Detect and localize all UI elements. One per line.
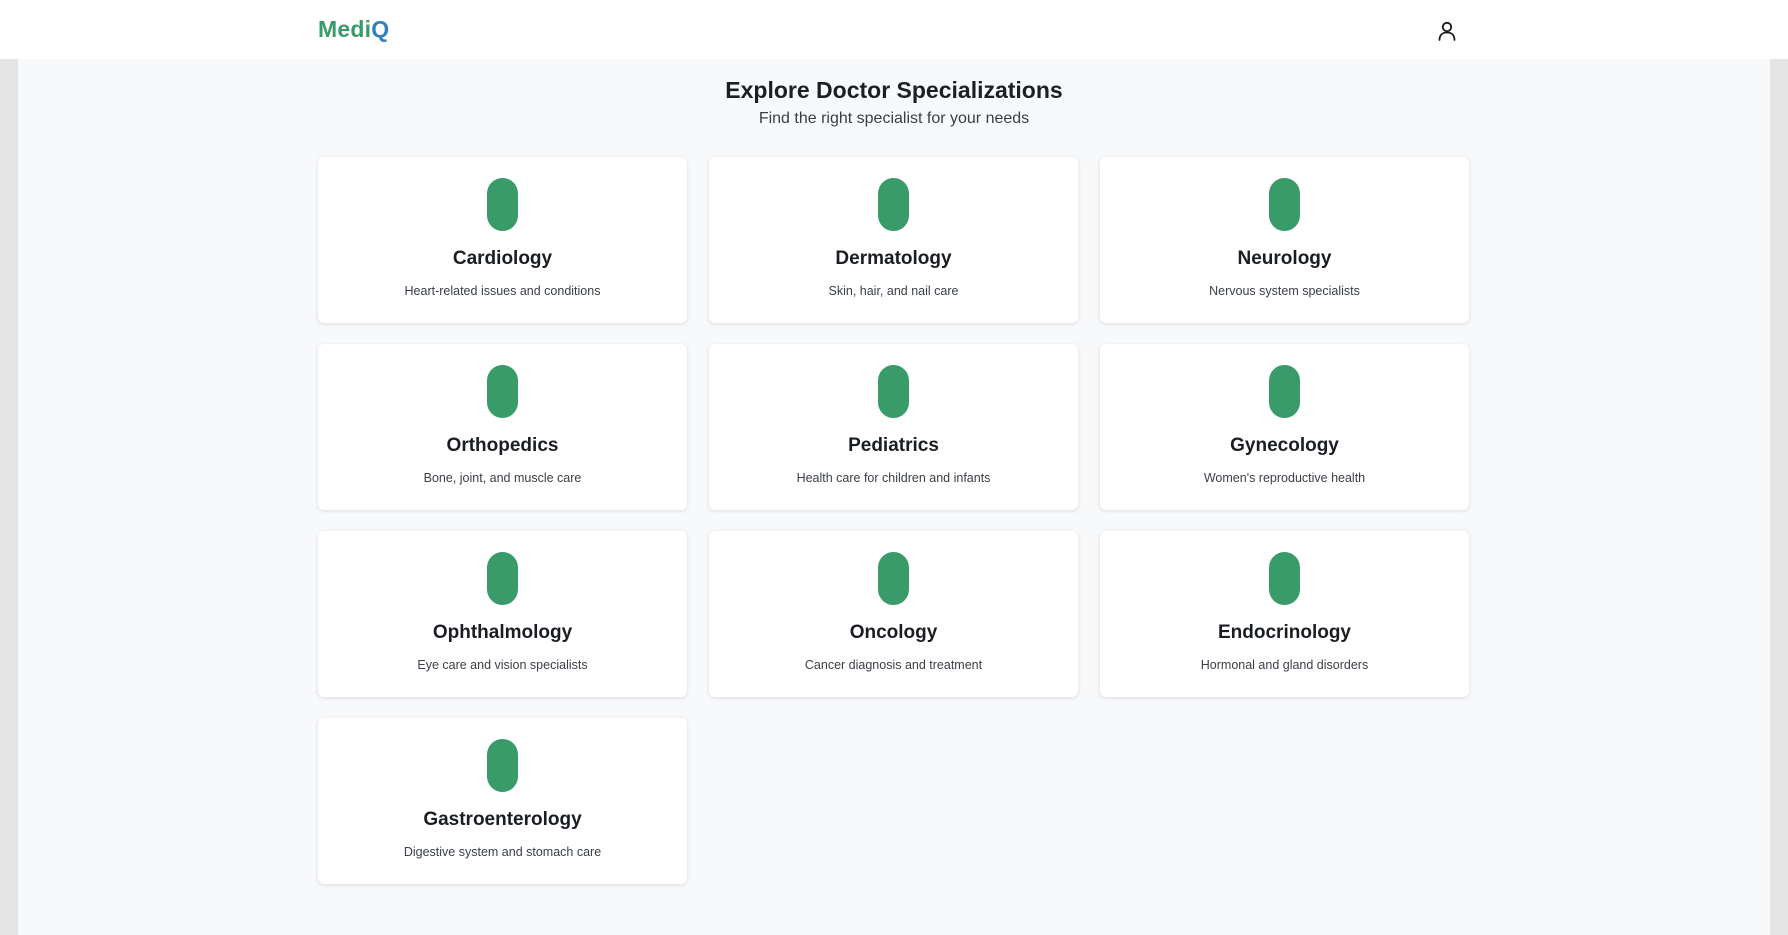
specialization-card-endocrinology[interactable]: Endocrinology Hormonal and gland disorde… [1100, 531, 1469, 697]
specialization-description: Cancer diagnosis and treatment [804, 658, 983, 672]
specialization-description: Women's reproductive health [1203, 471, 1366, 485]
capsule-icon [487, 178, 518, 231]
specialization-description: Eye care and vision specialists [417, 658, 588, 672]
user-icon [1438, 21, 1456, 41]
specialization-name: Endocrinology [1218, 622, 1351, 643]
user-profile-button[interactable] [1432, 16, 1462, 46]
navbar: MediQ [0, 0, 1788, 59]
specialization-name: Dermatology [835, 248, 952, 269]
specialization-description: Bone, joint, and muscle care [423, 471, 582, 485]
page-subtitle: Find the right specialist for your needs [758, 110, 1030, 127]
specialization-description: Skin, hair, and nail care [828, 284, 959, 298]
capsule-icon [878, 365, 909, 418]
capsule-icon [487, 739, 518, 792]
logo-text-medi: Medi [318, 16, 372, 42]
specialization-name: Oncology [849, 622, 938, 643]
specialization-card-orthopedics[interactable]: Orthopedics Bone, joint, and muscle care [318, 344, 687, 510]
specialization-name: Gynecology [1230, 435, 1339, 456]
specialization-name: Pediatrics [848, 435, 939, 456]
specialization-name: Neurology [1237, 248, 1332, 269]
specialization-description: Health care for children and infants [796, 471, 991, 485]
specialization-card-gastroenterology[interactable]: Gastroenterology Digestive system and st… [318, 718, 687, 884]
page-title: Explore Doctor Specializations [725, 77, 1063, 103]
specializations-grid: Cardiology Heart-related issues and cond… [318, 157, 1470, 884]
capsule-icon [878, 552, 909, 605]
specialization-card-gynecology[interactable]: Gynecology Women's reproductive health [1100, 344, 1469, 510]
capsule-icon [878, 178, 909, 231]
specialization-description: Nervous system specialists [1209, 284, 1360, 298]
logo[interactable]: MediQ [318, 16, 389, 43]
specialization-card-pediatrics[interactable]: Pediatrics Health care for children and … [709, 344, 1078, 510]
specialization-card-ophthalmology[interactable]: Ophthalmology Eye care and vision specia… [318, 531, 687, 697]
main-content: Explore Doctor Specializations Find the … [18, 59, 1770, 935]
specialization-description: Hormonal and gland disorders [1200, 658, 1369, 672]
specialization-name: Cardiology [452, 248, 553, 269]
specialization-name: Gastroenterology [423, 809, 582, 830]
specialization-card-oncology[interactable]: Oncology Cancer diagnosis and treatment [709, 531, 1078, 697]
capsule-icon [1269, 365, 1300, 418]
specialization-card-neurology[interactable]: Neurology Nervous system specialists [1100, 157, 1469, 323]
specialization-description: Digestive system and stomach care [403, 845, 602, 859]
specialization-card-dermatology[interactable]: Dermatology Skin, hair, and nail care [709, 157, 1078, 323]
specialization-name: Orthopedics [446, 435, 559, 456]
capsule-icon [487, 365, 518, 418]
specialization-name: Ophthalmology [432, 622, 573, 643]
specialization-description: Heart-related issues and conditions [404, 284, 601, 298]
logo-text-q: Q [371, 16, 390, 42]
capsule-icon [1269, 552, 1300, 605]
capsule-icon [487, 552, 518, 605]
capsule-icon [1269, 178, 1300, 231]
specialization-card-cardiology[interactable]: Cardiology Heart-related issues and cond… [318, 157, 687, 323]
